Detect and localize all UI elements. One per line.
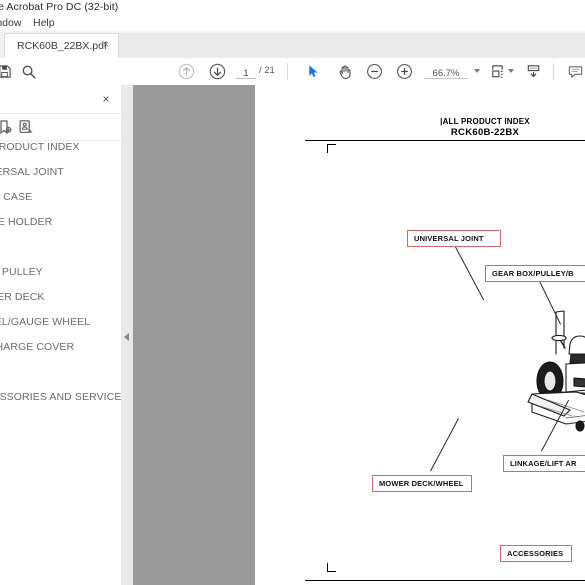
page-total-label: / 21: [259, 65, 275, 76]
fit-page-chevron-down-icon[interactable]: [508, 69, 514, 73]
leader-line-universal-joint: [454, 245, 485, 301]
menu-item-help[interactable]: Help: [33, 17, 55, 29]
bookmarks-panel: × ALL PRODUCT INDEX: [0, 85, 122, 585]
document-tab[interactable]: RCK60B_22BX.pdf ×: [4, 33, 119, 58]
bookmark-item-universal-joint[interactable]: UNIVERSAL JOINT: [0, 166, 120, 178]
bookmarks-toolbar: [0, 113, 121, 141]
bookmark-item-mower-deck[interactable]: MOWER DECK: [0, 291, 120, 303]
previous-page-icon[interactable]: [176, 61, 197, 82]
viewer-background: [133, 85, 255, 585]
zoom-in-icon[interactable]: [394, 61, 415, 82]
comment-icon[interactable]: [565, 61, 585, 82]
page-number-input[interactable]: 1: [236, 63, 256, 79]
page-number-value: 1: [243, 68, 249, 79]
close-tab-icon[interactable]: ×: [100, 39, 112, 51]
zoom-level-value: 66.7%: [432, 68, 460, 79]
bookmark-item-belt-pulley[interactable]: BELT/ PULLEY: [0, 266, 120, 278]
tractor-illustration: [527, 310, 585, 432]
callout-accessories[interactable]: ACCESSORIES: [500, 545, 572, 562]
close-panel-icon[interactable]: ×: [99, 92, 113, 106]
toolbar-separator: [287, 63, 288, 80]
corner-mark-bottom-left: [327, 563, 336, 572]
fit-page-icon[interactable]: [487, 61, 508, 82]
bookmark-item-blade-holder[interactable]: BLADE HOLDER: [0, 216, 120, 228]
next-page-icon[interactable]: [207, 61, 228, 82]
bookmark-item-gear-case[interactable]: GEAR CASE: [0, 191, 120, 203]
zoom-dropdown-chevron-down-icon[interactable]: [474, 69, 480, 73]
pdf-viewer[interactable]: |ALL PRODUCT INDEX RCK60B-22BX UNIVERSAL…: [133, 85, 585, 585]
title-bar: e Acrobat Pro DC (32-bit): [0, 0, 585, 17]
search-icon[interactable]: [18, 61, 39, 82]
page-header-model: RCK60B-22BX: [450, 127, 520, 138]
hand-tool-icon[interactable]: [334, 61, 355, 82]
tab-strip-empty-area: [119, 33, 585, 58]
bookmark-item-discharge-cover[interactable]: DISCHARGE COVER: [0, 341, 120, 353]
pdf-page: |ALL PRODUCT INDEX RCK60B-22BX UNIVERSAL…: [255, 85, 585, 585]
scroll-mode-icon[interactable]: [523, 61, 544, 82]
page-header: |ALL PRODUCT INDEX RCK60B-22BX: [390, 117, 580, 139]
acrobat-window: e Acrobat Pro DC (32-bit) indow Help RCK…: [0, 0, 585, 585]
new-bookmark-icon[interactable]: [17, 118, 35, 136]
zoom-level-input[interactable]: 66.7%: [424, 63, 468, 79]
bookmark-options-icon[interactable]: [0, 118, 14, 136]
main-toolbar: 1 / 21 66.7%: [0, 58, 585, 86]
callout-universal-joint[interactable]: UNIVERSAL JOINT: [407, 230, 501, 247]
footer-rule: [305, 580, 585, 582]
zoom-out-icon[interactable]: [364, 61, 385, 82]
callout-linkage-lift-arm[interactable]: LINKAGE/LIFT AR: [503, 455, 585, 472]
chevron-left-icon: [124, 333, 129, 341]
page-header-title: |ALL PRODUCT INDEX: [440, 117, 530, 126]
bookmark-item-accessories-and-service[interactable]: ACCESSORIES AND SERVICE: [0, 391, 121, 403]
save-icon[interactable]: [0, 61, 15, 82]
bookmark-item-all-product-index[interactable]: ALL PRODUCT INDEX: [0, 141, 120, 153]
leader-line-mower-deck: [430, 418, 460, 472]
window-title: e Acrobat Pro DC (32-bit): [0, 1, 119, 13]
callout-gear-box-pulley-belt[interactable]: GEAR BOX/PULLEY/B: [485, 265, 585, 282]
header-rule: [305, 140, 585, 141]
bookmark-item-wheel-gauge-wheel[interactable]: WHEEL/GAUGE WHEEL: [0, 316, 120, 328]
select-tool-icon[interactable]: [303, 61, 324, 82]
tab-strip: RCK60B_22BX.pdf ×: [0, 31, 585, 59]
menu-bar: indow Help: [0, 16, 585, 31]
document-tab-label: RCK60B_22BX.pdf: [17, 40, 107, 52]
corner-mark-top-left: [327, 144, 336, 153]
callout-mower-deck-wheel[interactable]: MOWER DECK/WHEEL: [372, 475, 472, 492]
toolbar-separator-right: [553, 63, 554, 80]
menu-item-window[interactable]: indow: [0, 17, 21, 29]
